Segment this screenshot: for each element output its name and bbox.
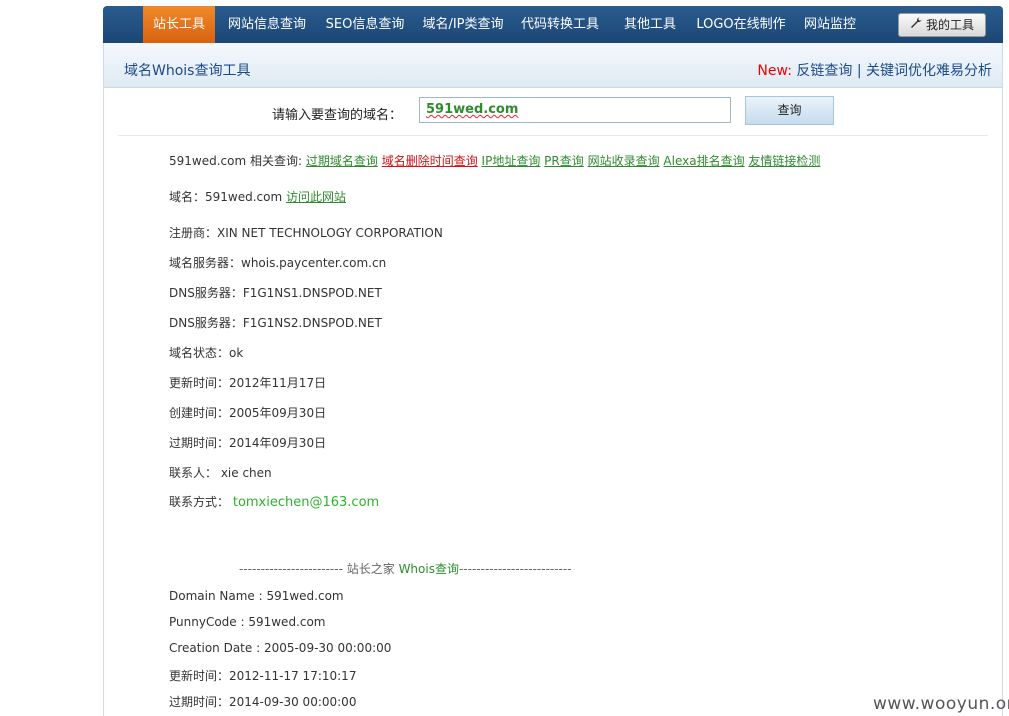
contact-label: 联系方式： — [169, 495, 230, 509]
raw-expires: 过期时间：2014-09-30 00:00:00 — [169, 695, 357, 709]
pr-query-link[interactable]: PR查询 — [544, 154, 584, 168]
visit-site-link[interactable]: 访问此网站 — [286, 190, 346, 204]
contact-email: tomxiechen@163.com — [232, 495, 380, 510]
nav-item-site-monitor[interactable]: 网站监控 — [797, 6, 863, 43]
info-updated: 更新时间：2012年11月17日 — [169, 376, 327, 390]
nav-item-code-convert[interactable]: 代码转换工具 — [519, 6, 601, 43]
whois-divider: ------------------------ 站长之家 Whois查询---… — [239, 560, 572, 577]
divider-line — [118, 135, 988, 136]
nav-item-domain-ip[interactable]: 域名/IP类查询 — [417, 6, 509, 43]
divider-left: ------------------------ 站长之家 — [239, 562, 399, 576]
info-status: 域名状态：ok — [169, 346, 244, 360]
nav-item-logo-maker[interactable]: LOGO在线制作 — [693, 6, 789, 43]
page-title: 域名Whois查询工具 — [124, 63, 251, 79]
related-prefix: 591wed.com 相关查询: — [169, 154, 303, 168]
top-nav: 站长工具 网站信息查询 SEO信息查询 域名/IP类查询 代码转换工具 其他工具… — [103, 6, 1003, 43]
domain-row: 域名：591wed.com 访问此网站 — [169, 188, 346, 205]
backlink-query-link[interactable]: 反链查询 — [796, 63, 852, 79]
keyword-difficulty-link[interactable]: 关键词优化难易分析 — [866, 63, 992, 79]
new-label: New: — [757, 63, 792, 79]
page-frame: 站长工具 网站信息查询 SEO信息查询 域名/IP类查询 代码转换工具 其他工具… — [103, 0, 1003, 716]
domain-label: 域名：591wed.com — [169, 190, 283, 204]
related-queries: 591wed.com 相关查询: 过期域名查询 域名删除时间查询 IP地址查询 … — [169, 152, 820, 169]
nav-item-seo-info[interactable]: SEO信息查询 — [321, 6, 409, 43]
my-tools-button[interactable]: 我的工具 — [898, 13, 986, 37]
my-tools-label: 我的工具 — [925, 18, 974, 32]
info-expires: 过期时间：2014年09月30日 — [169, 436, 327, 450]
friend-link-check-link[interactable]: 友情链接检测 — [748, 154, 820, 168]
ip-address-link[interactable]: IP地址查询 — [482, 154, 541, 168]
expired-domain-link[interactable]: 过期域名查询 — [306, 154, 378, 168]
domain-search-input[interactable]: 591wed.com — [419, 97, 731, 123]
alexa-rank-link[interactable]: Alexa排名查询 — [663, 154, 744, 168]
raw-creation-date: Creation Date : 2005-09-30 00:00:00 — [169, 641, 392, 655]
info-created: 创建时间：2005年09月30日 — [169, 406, 327, 420]
raw-domain-name: Domain Name : 591wed.com — [169, 589, 344, 603]
nav-item-site-info[interactable]: 网站信息查询 — [221, 6, 313, 43]
watermark: www.wooyun.org — [873, 694, 1009, 714]
main-content: 域名Whois查询工具 New: 反链查询 | 关键词优化难易分析 请输入要查询… — [103, 43, 1003, 716]
domain-delete-time-link[interactable]: 域名删除时间查询 — [382, 154, 478, 168]
info-dns1: DNS服务器：F1G1NS1.DNSPOD.NET — [169, 286, 382, 300]
site-index-link[interactable]: 网站收录查询 — [588, 154, 660, 168]
raw-punnycode: PunnyCode : 591wed.com — [169, 615, 326, 629]
title-bar: 域名Whois查询工具 New: 反链查询 | 关键词优化难易分析 — [104, 43, 1002, 88]
new-links: New: 反链查询 | 关键词优化难易分析 — [757, 60, 992, 80]
raw-updated: 更新时间：2012-11-17 17:10:17 — [169, 669, 357, 683]
search-label: 请输入要查询的域名： — [272, 108, 403, 123]
nav-item-other-tools[interactable]: 其他工具 — [617, 6, 683, 43]
info-registrar: 注册商：XIN NET TECHNOLOGY CORPORATION — [169, 226, 443, 240]
contact-row: 联系方式： tomxiechen@163.com — [169, 493, 379, 510]
separator: | — [856, 63, 862, 79]
wrench-icon — [910, 14, 922, 36]
info-whois-server: 域名服务器：whois.paycenter.com.cn — [169, 256, 387, 270]
divider-right: -------------------------- — [458, 562, 572, 576]
info-dns2: DNS服务器：F1G1NS2.DNSPOD.NET — [169, 316, 382, 330]
nav-item-webmaster-tools[interactable]: 站长工具 — [143, 6, 215, 43]
query-button[interactable]: 查询 — [745, 96, 834, 125]
info-contact-person: 联系人： xie chen — [169, 466, 272, 480]
divider-whois-label: Whois查询 — [398, 562, 459, 576]
